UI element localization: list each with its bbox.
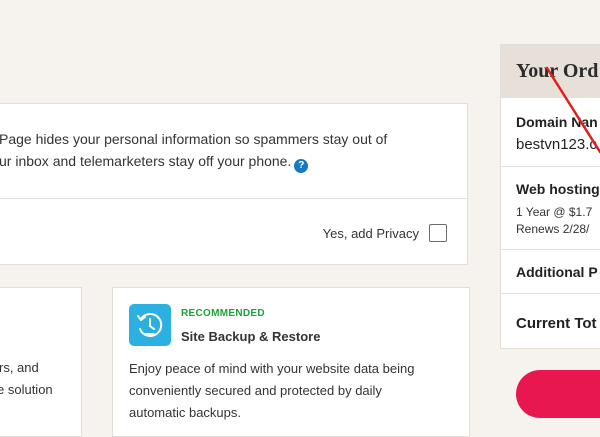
addon-partial-text-2: e solution — [0, 382, 53, 397]
add-privacy-label: Yes, add Privacy — [322, 225, 419, 241]
site-backup-desc-line-1: Enjoy peace of mind with your website da… — [129, 361, 415, 376]
backup-restore-icon — [129, 304, 171, 346]
add-privacy-option[interactable]: Yes, add Privacy — [323, 224, 447, 242]
domain-name-value: bestvn123.c — [516, 136, 597, 153]
backup-clock-glyph — [137, 312, 163, 337]
site-backup-card[interactable]: RECOMMENDED Site Backup & Restore Enjoy … — [112, 287, 470, 437]
domain-name-label: Domain Nan — [516, 114, 598, 130]
privacy-line-2: ur inbox and telemarketers stay off your… — [0, 150, 459, 173]
site-backup-desc-line-3: automatic backups. — [129, 405, 242, 420]
web-hosting-term: 1 Year @ $1.7 — [516, 205, 593, 219]
checkout-button[interactable] — [516, 370, 600, 418]
divider — [0, 198, 467, 199]
web-hosting-renewal: Renews 2/28/ — [516, 222, 590, 236]
privacy-description: Page hides your personal information so … — [0, 128, 459, 173]
recommended-badge: RECOMMENDED — [181, 308, 265, 319]
privacy-line-1: Page hides your personal information so … — [0, 131, 388, 147]
help-icon[interactable]: ? — [294, 159, 309, 173]
divider — [501, 166, 600, 167]
divider — [501, 293, 600, 294]
privacy-line-2-text: ur inbox and telemarketers stay off your… — [0, 153, 292, 169]
privacy-card: Page hides your personal information so … — [0, 103, 468, 265]
add-privacy-checkbox[interactable] — [429, 224, 447, 242]
addon-partial-text-1: rs, and — [0, 360, 39, 375]
site-backup-title: Site Backup & Restore — [181, 329, 321, 344]
web-hosting-label: Web hosting — [516, 181, 600, 197]
site-backup-desc-line-2: conveniently secured and protected by da… — [129, 383, 382, 398]
divider — [501, 249, 600, 250]
order-summary: Your Ord Domain Nan bestvn123.c Web host… — [500, 44, 600, 349]
order-summary-title: Your Ord — [501, 45, 600, 98]
current-total-label: Current Tot — [516, 315, 597, 332]
addon-card-partial: rs, and e solution — [0, 287, 82, 437]
site-backup-description: Enjoy peace of mind with your website da… — [129, 358, 459, 424]
additional-products-label: Additional P — [516, 264, 598, 280]
